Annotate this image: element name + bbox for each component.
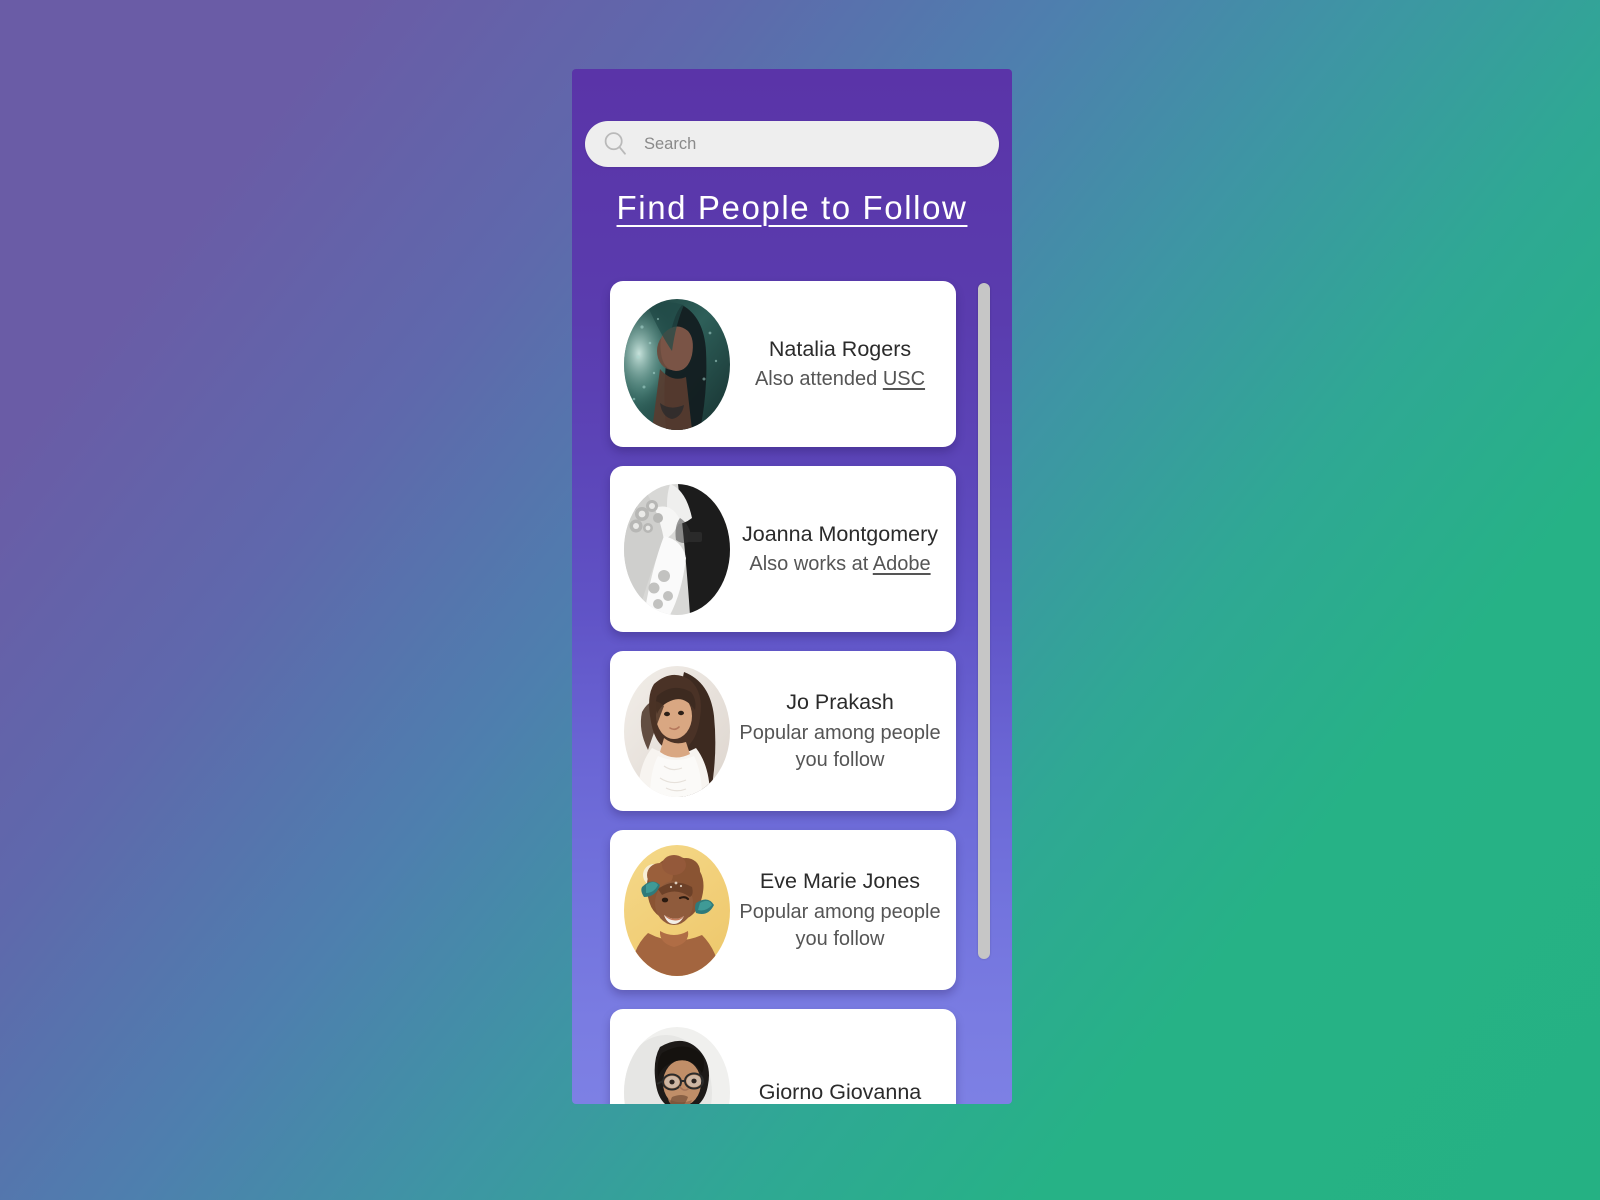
search-icon xyxy=(604,132,626,155)
avatar xyxy=(624,483,730,615)
scrollbar-thumb[interactable] xyxy=(978,283,990,959)
card-text: Giorno Giovanna xyxy=(730,1078,956,1104)
avatar xyxy=(624,665,730,797)
jo-prakash-avatar xyxy=(624,665,730,797)
subtitle-link[interactable]: USC xyxy=(883,368,925,390)
joanna-montgomery-avatar xyxy=(624,483,730,615)
person-name: Joanna Montgomery xyxy=(742,521,938,546)
avatar xyxy=(624,1026,730,1104)
person-name: Jo Prakash xyxy=(786,690,894,715)
search-bar[interactable] xyxy=(585,121,999,167)
app-panel: Find People to Follow xyxy=(572,69,1012,1104)
scrollbar-track[interactable] xyxy=(978,283,990,1028)
list-item[interactable]: Natalia Rogers Also attended USC xyxy=(610,281,956,447)
person-subtitle: Popular among people you follow xyxy=(739,900,941,950)
subtitle-link[interactable]: Adobe xyxy=(873,553,931,575)
avatar xyxy=(624,844,730,976)
card-text: Eve Marie Jones Popular among people you… xyxy=(730,867,956,952)
person-name: Eve Marie Jones xyxy=(759,869,921,894)
card-text: Joanna Montgomery Also works at Adobe xyxy=(730,520,956,578)
list-item[interactable]: Giorno Giovanna xyxy=(610,1009,956,1104)
subtitle-prefix: Also attended xyxy=(754,368,883,391)
person-subtitle: Also attended USC xyxy=(734,366,946,393)
giorno-giovanna-avatar xyxy=(624,1026,730,1104)
card-text: Natalia Rogers Also attended USC xyxy=(730,335,956,393)
person-name: Giorno Giovanna xyxy=(758,1079,922,1104)
avatar xyxy=(624,298,730,430)
person-subtitle: Popular among people you follow xyxy=(739,721,941,771)
card-text: Jo Prakash Popular among people you foll… xyxy=(730,688,956,773)
eve-marie-jones-avatar xyxy=(624,844,730,976)
list-item[interactable]: Eve Marie Jones Popular among people you… xyxy=(610,830,956,990)
page-title: Find People to Follow xyxy=(616,189,968,226)
search-input[interactable] xyxy=(644,121,974,167)
people-list: Natalia Rogers Also attended USC Joanna … xyxy=(610,281,956,1104)
person-name: Natalia Rogers xyxy=(768,336,912,361)
subtitle-prefix: Also works at xyxy=(749,553,873,576)
list-item[interactable]: Jo Prakash Popular among people you foll… xyxy=(610,651,956,811)
list-item[interactable]: Joanna Montgomery Also works at Adobe xyxy=(610,466,956,632)
person-subtitle: Also works at Adobe xyxy=(734,551,946,578)
natalia-rogers-avatar xyxy=(624,298,730,430)
